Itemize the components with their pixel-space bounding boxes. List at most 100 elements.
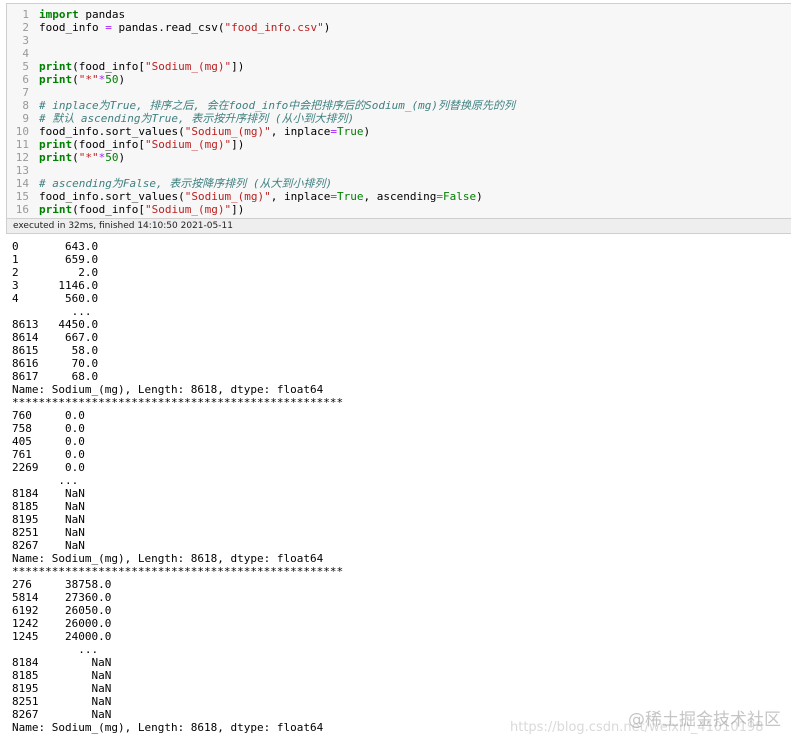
code-token: True	[337, 125, 364, 138]
code-token: (food_info[	[72, 203, 145, 216]
code-line[interactable]: 2 food_info = pandas.read_csv("food_info.…	[7, 21, 330, 34]
output-line: ...	[12, 643, 99, 656]
line-number: 3	[22, 34, 29, 47]
output-line: 405 0.0	[12, 435, 85, 448]
line-number: 12	[15, 151, 29, 164]
code-token: 50	[105, 151, 119, 164]
code-token: 50	[105, 73, 119, 86]
watermark-brand: @稀土掘金技术社区	[628, 710, 781, 730]
code-line[interactable]: 8 # inplace为True, 排序之后, 会在food_info中会把排序后…	[7, 99, 515, 112]
code-token: # 默认 ascending为True, 表示按升序排列 (从小到大排列)	[39, 112, 355, 125]
code-token: , inplace	[270, 125, 331, 138]
code-token: food_info	[39, 21, 106, 34]
output-line: 8614 667.0	[12, 331, 99, 344]
code-token: )	[323, 21, 331, 34]
code-line[interactable]: 15 food_info.sort_values("Sodium_(mg)", i…	[7, 190, 483, 203]
line-number: 14	[15, 177, 29, 190]
output-line: 758 0.0	[12, 422, 85, 435]
code-line[interactable]: 16 print(food_info["Sodium_(mg)"])	[7, 203, 245, 216]
code-token: # inplace为True, 排序之后, 会在food_info中会把排序后的…	[39, 99, 516, 112]
line-number: 2	[22, 21, 29, 34]
code-line[interactable]: 11 print(food_info["Sodium_(mg)"])	[7, 138, 245, 151]
output-line: 3 1146.0	[12, 279, 99, 292]
line-number: 9	[22, 112, 29, 125]
line-number: 15	[15, 190, 29, 203]
output-line: 1 659.0	[12, 253, 99, 266]
output-line: 8195 NaN	[12, 682, 112, 695]
code-token: ])	[231, 60, 245, 73]
code-token: food_info.sort_values(	[39, 125, 185, 138]
line-number: 13	[15, 164, 29, 177]
code-token: False	[443, 190, 477, 203]
code-token: ])	[231, 138, 245, 151]
code-token: )	[476, 190, 483, 203]
line-number: 7	[22, 86, 29, 99]
code-token: # ascending为False, 表示按降序排列 (从大到小排列)	[39, 177, 333, 190]
code-token: (food_info[	[72, 138, 145, 151]
output-line: 8195 NaN	[12, 513, 85, 526]
code-token: "Sodium_(mg)"	[184, 125, 271, 138]
output-line: ****************************************…	[12, 396, 344, 409]
code-token: print	[39, 60, 73, 73]
output-line: 2 2.0	[12, 266, 99, 279]
code-token: =	[105, 21, 112, 34]
execution-status-bar: executed in 32ms, finished 14:10:50 2021…	[6, 219, 791, 234]
code-line[interactable]: 12 print("*"*50)	[7, 151, 125, 164]
execution-status-text: executed in 32ms, finished 14:10:50 2021…	[13, 221, 233, 231]
code-token: (	[72, 73, 79, 86]
code-token: "*"	[78, 73, 99, 86]
code-token: True	[337, 190, 364, 203]
output-line: Name: Sodium_(mg), Length: 8618, dtype: …	[12, 552, 324, 565]
line-number: 5	[22, 60, 29, 73]
output-line: 8613 4450.0	[12, 318, 99, 331]
output-line: ...	[12, 305, 92, 318]
line-number: 4	[22, 47, 29, 60]
output-line: 8251 NaN	[12, 526, 85, 539]
code-line[interactable]: 4	[7, 47, 39, 60]
code-token: import	[39, 8, 79, 21]
output-line: 760 0.0	[12, 409, 85, 422]
code-line[interactable]: 3	[7, 34, 39, 47]
output-line: 8184 NaN	[12, 656, 112, 669]
code-line[interactable]: 14 # ascending为False, 表示按降序排列 (从大到小排列)	[7, 177, 332, 190]
output-line: 8267 NaN	[12, 539, 85, 552]
code-token: , inplace	[270, 190, 331, 203]
code-token: "food_info.csv"	[224, 21, 324, 34]
output-line: 761 0.0	[12, 448, 85, 461]
code-line[interactable]: 1 import pandas	[7, 8, 125, 21]
output-line: 5814 27360.0	[12, 591, 112, 604]
output-line: ...	[12, 474, 79, 487]
output-line: 8184 NaN	[12, 487, 85, 500]
code-line[interactable]: 9 # 默认 ascending为True, 表示按升序排列 (从小到大排列)	[7, 112, 354, 125]
cell-output: 0 643.0 1 659.0 2 2.0 3 1146.0 4 560.0 ... 86…	[12, 240, 782, 740]
code-token: "Sodium_(mg)"	[184, 190, 271, 203]
output-line: 8617 68.0	[12, 370, 99, 383]
code-token: "Sodium_(mg)"	[144, 138, 232, 151]
line-number: 10	[15, 125, 29, 138]
code-token: pandas.read_csv(	[111, 21, 225, 34]
code-token: , ascending	[363, 190, 437, 203]
code-line[interactable]: 10 food_info.sort_values("Sodium_(mg)", i…	[7, 125, 370, 138]
code-token: print	[39, 203, 73, 216]
code-line[interactable]: 5 print(food_info["Sodium_(mg)"])	[7, 60, 244, 73]
code-token: "Sodium_(mg)"	[144, 60, 232, 73]
output-line: 8615 58.0	[12, 344, 99, 357]
output-line: ****************************************…	[12, 565, 344, 578]
code-token: ])	[231, 203, 245, 216]
code-token: food_info.sort_values(	[39, 190, 185, 203]
code-line[interactable]: 13	[7, 164, 39, 177]
code-token: )	[118, 151, 126, 164]
code-line[interactable]: 6 print("*"*50)	[7, 73, 125, 86]
code-cell[interactable]: 1 import pandas 2 food_info = pandas.read_c…	[6, 3, 791, 219]
code-token: )	[118, 73, 126, 86]
line-number: 1	[22, 8, 29, 21]
output-line: Name: Sodium_(mg), Length: 8618, dtype: …	[12, 383, 324, 396]
line-number: 11	[15, 138, 29, 151]
code-token: print	[39, 73, 73, 86]
code-token: "*"	[78, 151, 99, 164]
code-token: "Sodium_(mg)"	[144, 203, 232, 216]
output-line: 2269 0.0	[12, 461, 85, 474]
code-line[interactable]: 7	[7, 86, 39, 99]
output-line: 1245 24000.0	[12, 630, 112, 643]
output-line: 0 643.0	[12, 240, 99, 253]
